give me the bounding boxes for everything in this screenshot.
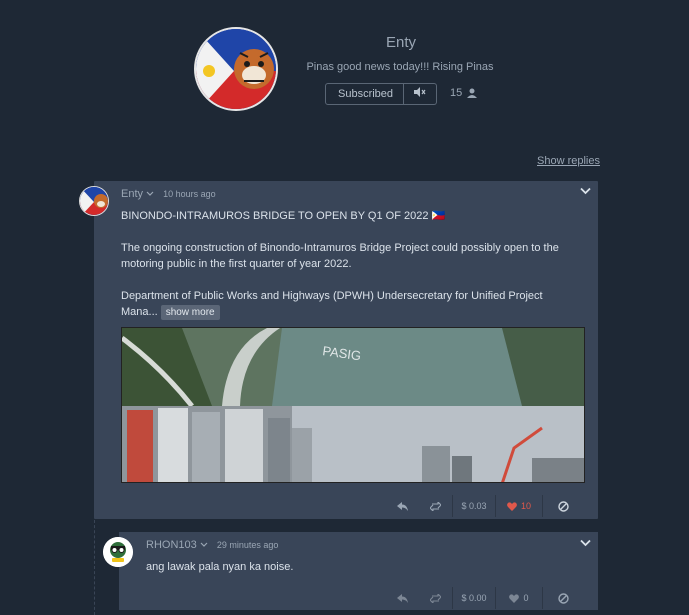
chevron-down-icon — [146, 191, 154, 196]
repost-icon — [429, 593, 441, 603]
heart-icon — [507, 501, 517, 511]
subscriber-count-value: 15 — [450, 87, 463, 99]
reply-menu-button[interactable] — [580, 538, 591, 550]
subscribe-button[interactable]: Subscribed — [325, 83, 404, 105]
mute-button[interactable] — [404, 83, 437, 105]
heart-icon — [509, 593, 520, 603]
post-image[interactable]: PASIG — [121, 327, 585, 483]
repost-button[interactable] — [418, 587, 452, 609]
repost-icon — [429, 501, 441, 511]
block-button[interactable] — [543, 495, 583, 517]
user-icon — [467, 88, 478, 98]
post-paragraph: The ongoing construction of Binondo-Intr… — [121, 242, 559, 270]
post-header: Enty 10 hours ago — [121, 188, 216, 200]
reply-icon — [396, 501, 408, 511]
reply-time: 29 minutes ago — [216, 540, 279, 550]
chevron-down-icon — [200, 542, 208, 547]
subscribe-group: Subscribed — [325, 83, 437, 105]
reply-actions: $ 0.00 0 — [386, 587, 583, 609]
mute-icon — [414, 87, 426, 97]
reply-author-name: RHON103 — [146, 539, 197, 551]
reply-button[interactable] — [386, 587, 418, 609]
reward-button[interactable]: $ 0.03 — [453, 495, 495, 517]
reply-button[interactable] — [386, 495, 418, 517]
reply-icon — [396, 593, 408, 603]
like-button[interactable]: 0 — [496, 587, 542, 609]
post-title: BINONDO-INTRAMUROS BRIDGE TO OPEN BY Q1 … — [121, 210, 446, 222]
thread-line — [94, 520, 95, 615]
post-menu-button[interactable] — [580, 186, 591, 198]
repost-button[interactable] — [418, 495, 452, 517]
chevron-down-icon — [580, 187, 591, 195]
chevron-down-icon — [580, 539, 591, 547]
reward-button[interactable]: $ 0.00 — [453, 587, 495, 609]
reply-author-avatar[interactable] — [103, 537, 133, 567]
reply-header: RHON103 29 minutes ago — [146, 539, 278, 551]
post-author[interactable]: Enty — [121, 188, 154, 200]
profile-bio: Pinas good news today!!! Rising Pinas — [306, 61, 494, 73]
like-button[interactable]: 10 — [496, 495, 542, 517]
reply-author[interactable]: RHON103 — [146, 539, 208, 551]
reply-text: ang lawak pala nyan ka noise. — [146, 561, 294, 573]
profile-name: Enty — [385, 34, 416, 51]
post-body: BINONDO-INTRAMUROS BRIDGE TO OPEN BY Q1 … — [121, 208, 581, 320]
profile-avatar[interactable] — [194, 27, 278, 111]
post-author-avatar[interactable] — [79, 186, 109, 216]
post-time: 10 hours ago — [163, 189, 216, 199]
subscriber-count: 15 — [450, 87, 478, 99]
block-button[interactable] — [543, 587, 583, 609]
post-author-name: Enty — [121, 188, 144, 200]
block-icon — [557, 500, 569, 512]
like-count: 0 — [523, 593, 529, 603]
like-count: 10 — [520, 501, 531, 511]
show-more-button[interactable]: show more — [160, 305, 220, 320]
block-icon — [557, 592, 569, 604]
post-actions: $ 0.03 10 — [386, 495, 583, 517]
show-replies-link[interactable]: Show replies — [537, 155, 600, 167]
